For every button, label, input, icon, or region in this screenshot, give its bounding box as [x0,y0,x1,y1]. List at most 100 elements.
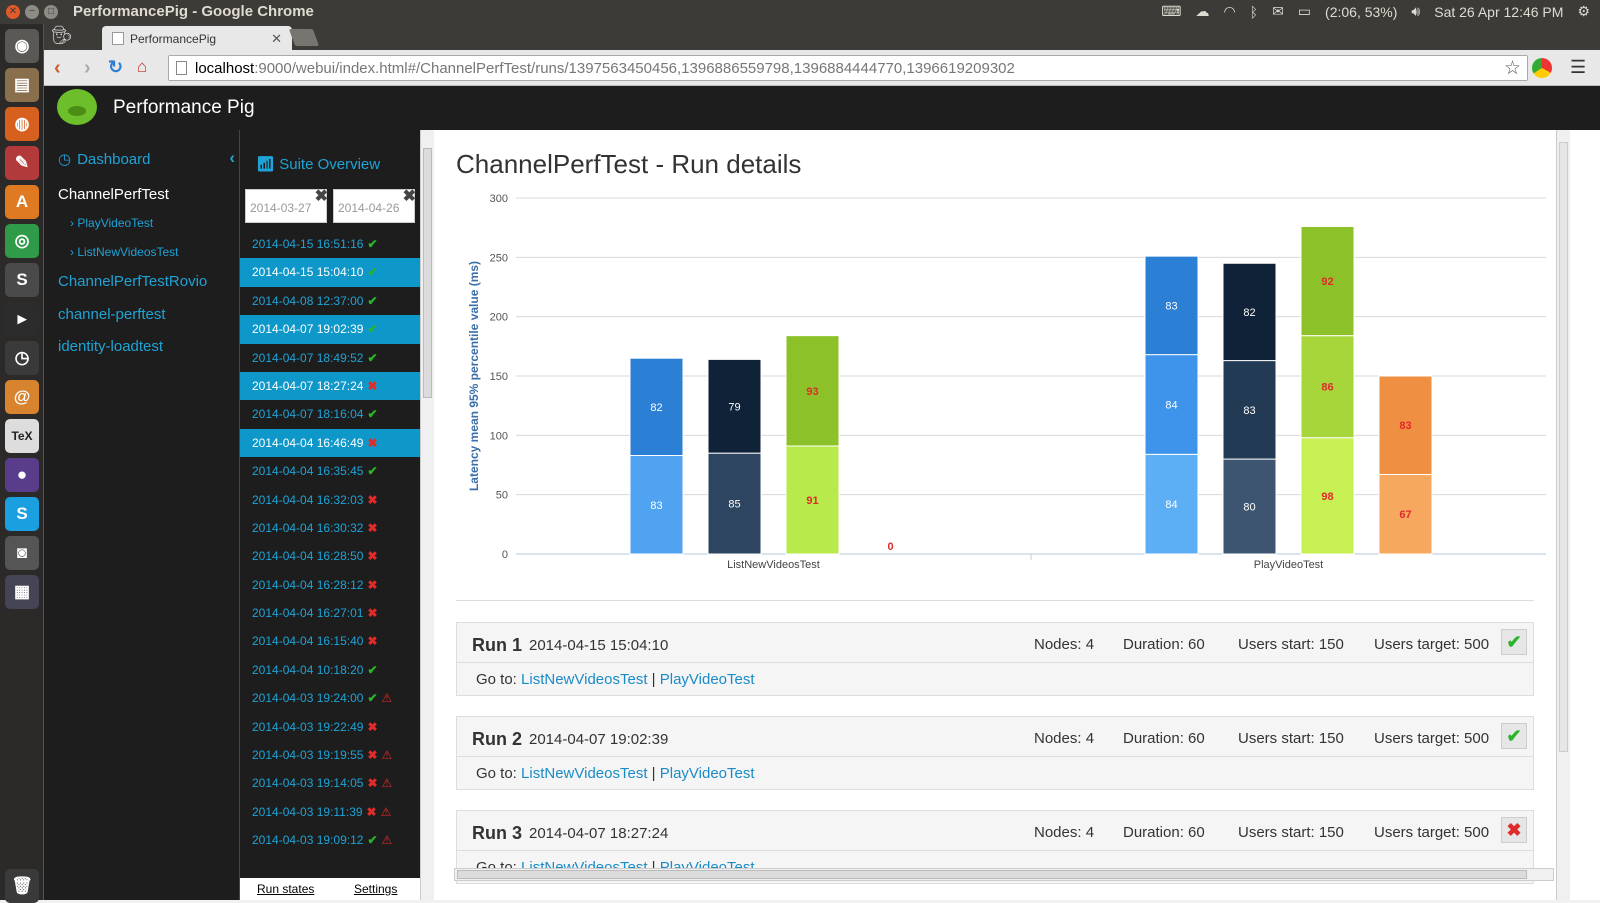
wifi-icon[interactable]: ◠ [1223,3,1235,20]
bluetooth-icon[interactable]: ᛒ [1250,4,1258,20]
run-list-item[interactable]: 2014-04-03 19:24:00 ✔ ⚠ [240,684,420,712]
horizontal-scrollbar[interactable] [454,868,1554,881]
home-icon[interactable]: ⌂ [137,57,147,77]
os-top-bar: ✕ − □ PerformancePig - Google Chrome ⌨ ☁… [0,0,1600,24]
cross-icon: ✖ [367,606,378,621]
battery-status[interactable]: (2:06, 53%) [1325,4,1397,20]
link-playvideotest[interactable]: PlayVideoTest [660,765,755,782]
date-from-input[interactable]: 2014-03-27 ✖ [245,186,328,223]
chrome-icon[interactable]: ◎ [5,224,39,258]
run-card: Run 1 2014-04-15 15:04:10 Nodes: 4 Duration… [456,622,1534,696]
extension-icon[interactable] [1532,58,1552,78]
workspaces-icon[interactable]: ▦ [5,575,39,609]
run-timestamp: 2014-04-08 12:37:00 [252,293,364,308]
cross-icon: ✖ [367,719,378,734]
main-scrollbar[interactable] [1556,130,1570,900]
run-list-item[interactable]: 2014-04-07 19:02:39 ✔ [240,315,420,344]
keyboard-icon[interactable]: ⌨ [1161,3,1181,20]
close-window-icon[interactable]: ✕ [6,5,20,19]
clock[interactable]: Sat 26 Apr 12:46 PM [1434,4,1563,20]
app: Performance Pig ◷ Dashboard ‹ ChannelPerf… [44,86,1600,900]
sublime-icon[interactable]: S [5,263,39,297]
run-list-item[interactable]: 2014-04-04 16:46:49 ✖ [240,428,420,458]
runs-scrollbar[interactable] [420,130,434,900]
sidebar-item-channelperftest[interactable]: ChannelPerfTest [58,186,169,203]
timer-icon[interactable]: ◷ [5,341,39,375]
gear-icon[interactable]: ⚙ [1577,3,1590,20]
latency-chart: 0 50 100 150 200 250 300 Latency mean 95% perce… [467,193,1546,571]
reload-icon[interactable]: ↻ [108,57,123,78]
software-center-icon[interactable]: A [5,185,39,219]
link-listnewvideostest[interactable]: ListNewVideosTest [521,765,647,782]
settings-link[interactable]: Settings [354,882,397,896]
collapse-sidebar-icon[interactable]: ‹ [229,148,235,168]
bookmark-star-icon[interactable]: ☆ [1504,57,1521,80]
trash-icon[interactable]: 🗑︎ [5,869,39,903]
eclipse-icon[interactable]: ● [5,458,39,492]
mail-icon[interactable]: ✉ [1272,3,1284,20]
run-list-item[interactable]: 2014-04-04 16:15:40 ✖ [240,627,420,655]
maximize-window-icon[interactable]: □ [44,5,58,19]
run-list-item[interactable]: 2014-04-04 16:35:45 ✔ [240,457,420,485]
run-list-item[interactable]: 2014-04-15 16:51:16 ✔ [240,230,420,258]
y-axis-label: Latency mean 95% percentile value (ms) [467,261,481,491]
files-icon[interactable]: ▤ [5,68,39,102]
firefox-icon[interactable]: ◍ [5,107,39,141]
run-list-item[interactable]: 2014-04-07 18:16:04 ✔ [240,400,420,428]
tools-icon[interactable]: ✎ [5,146,39,180]
sidebar-item-label: PlayVideoTest [77,216,154,230]
run-list-item[interactable]: 2014-04-04 10:18:20 ✔ [240,656,420,684]
browser-tab[interactable]: PerformancePig ✕ [102,26,292,50]
skype-icon[interactable]: S [5,497,39,531]
sidebar-item-channelperftestrovio[interactable]: ChannelPerfTestRovio [58,273,207,290]
run-list-item[interactable]: 2014-04-03 19:14:05 ✖ ⚠ [240,769,420,797]
date-to-input[interactable]: 2014-04-26 ✖ [333,186,416,223]
scrollbar-thumb[interactable] [423,148,432,398]
run-list-item[interactable]: 2014-04-04 16:28:50 ✖ [240,542,420,570]
sidebar-item-channel-perftest[interactable]: channel-perftest [58,306,166,323]
run-list-item[interactable]: 2014-04-03 19:19:55 ✖ ⚠ [240,741,420,769]
forward-icon[interactable]: › [84,57,91,80]
close-tab-icon[interactable]: ✕ [271,31,282,47]
back-icon[interactable]: ‹ [54,57,61,80]
volume-icon[interactable]: 🔊︎ [1411,3,1420,20]
battery-icon[interactable]: ▭ [1298,3,1311,20]
clear-date-from-icon[interactable]: ✖ [315,186,328,206]
link-playvideotest[interactable]: PlayVideoTest [660,671,755,688]
scrollbar-thumb[interactable] [457,870,1527,879]
sidebar-item-listnewvideostest[interactable]: › ListNewVideosTest [70,245,179,259]
sidebar-item-identity-loadtest[interactable]: identity-loadtest [58,338,163,355]
menu-icon[interactable]: ☰ [1570,57,1586,78]
spiral-icon[interactable]: @ [5,380,39,414]
cloud-icon[interactable]: ☁ [1195,3,1209,20]
app-name[interactable]: Performance Pig [113,97,255,119]
run-list-item[interactable]: 2014-04-04 16:27:01 ✖ [240,599,420,627]
new-tab-button[interactable] [288,29,320,46]
run-list-item[interactable]: 2014-04-03 19:09:12 ✔ ⚠ [240,826,420,854]
run-states-link[interactable]: Run states [257,882,314,896]
clear-date-to-icon[interactable]: ✖ [403,186,416,206]
scrollbar-thumb[interactable] [1559,142,1568,752]
minimize-window-icon[interactable]: − [25,5,39,19]
url-host: localhost [195,60,255,77]
terminal-icon[interactable]: ▸ [5,302,39,336]
run-list-item[interactable]: 2014-04-07 18:27:24 ✖ [240,371,420,401]
run-list-item[interactable]: 2014-04-04 16:28:12 ✖ [240,571,420,599]
run-timestamp: 2014-04-04 16:28:50 [252,549,364,564]
suite-overview-link[interactable]: 📶︎ Suite Overview [256,155,380,173]
run-list-item[interactable]: 2014-04-07 18:49:52 ✔ [240,344,420,372]
run-list-item[interactable]: 2014-04-08 12:37:00 ✔ [240,287,420,315]
data-label: 82 [1243,307,1255,319]
run-list-item[interactable]: 2014-04-03 19:22:49 ✖ [240,713,420,741]
run-list-item[interactable]: 2014-04-03 19:11:39 ✖ ⚠ [240,798,420,826]
link-listnewvideostest[interactable]: ListNewVideosTest [521,671,647,688]
address-bar[interactable]: localhost:9000/webui/index.html#/Channel… [168,55,1528,81]
sidebar-item-playvideotest[interactable]: › PlayVideoTest [70,216,153,230]
run-list-item[interactable]: 2014-04-04 16:30:32 ✖ [240,514,420,542]
sidebar-dashboard[interactable]: ◷ Dashboard [58,150,150,168]
run-list-item[interactable]: 2014-04-15 15:04:10 ✔ [240,258,420,287]
run-list-item[interactable]: 2014-04-04 16:32:03 ✖ [240,486,420,514]
tex-icon[interactable]: TeX [5,419,39,453]
dash-home-icon[interactable]: ◉ [5,29,39,63]
camera-icon[interactable]: ◙ [5,536,39,570]
